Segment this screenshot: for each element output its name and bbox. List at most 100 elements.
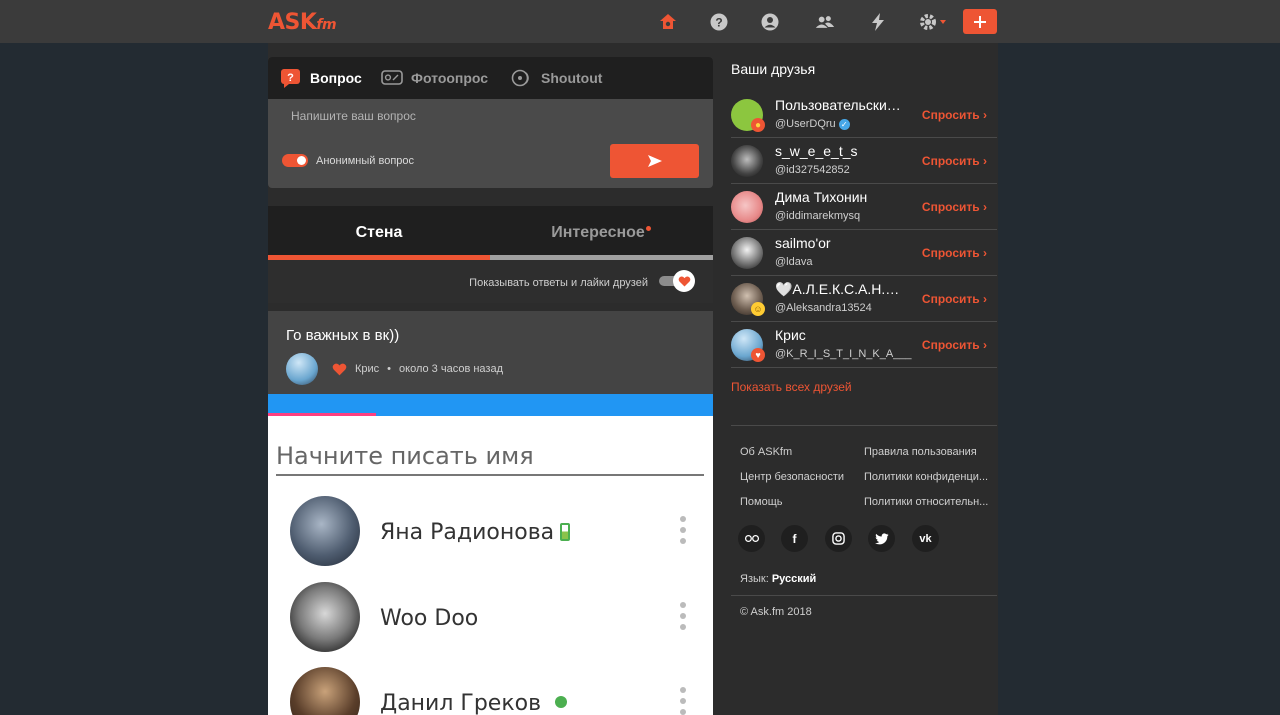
ask-friend-button[interactable]: Спросить › [922,338,987,352]
friend-name[interactable]: 🤍А.Л.Е.К.С.А.Н.Д.Р.... [775,281,907,298]
post-image[interactable]: Начните писать имя Яна Радионова Woo Doo… [268,394,713,715]
friend-handle: @Aleksandra13524 [775,302,872,314]
question-icon: ? [281,69,300,88]
home-icon[interactable] [657,11,679,33]
send-button[interactable] [610,144,699,178]
new-indicator-icon [645,226,651,231]
anonymous-toggle[interactable] [282,154,308,167]
more-vertical-icon [680,687,686,715]
activity-icon[interactable] [867,11,889,33]
divider [731,425,997,426]
more-vertical-icon [680,602,686,630]
ask-question-card: ? Вопрос Фотоопрос Shoutout Напишите ваш… [268,57,713,188]
question-input[interactable]: Напишите ваш вопрос [291,109,416,123]
profile-icon[interactable] [759,11,781,33]
instagram-icon[interactable] [825,525,852,552]
friend-handle: @K_R_I_S_T_I_N_K_A___ [775,348,912,360]
footer-link-help[interactable]: Помощь [740,496,783,508]
image-contact-row: Данил Греков [290,667,700,715]
photopoll-icon [381,70,403,85]
shoutout-icon [511,69,529,87]
facebook-icon[interactable]: f [781,525,808,552]
post-time: около 3 часов назад [399,363,503,375]
ask-plus-icon[interactable] [963,9,997,34]
fire-badge-icon: ● [751,118,765,132]
post-author[interactable]: Крис [355,363,379,375]
post-meta: Крис • около 3 часов назад [286,353,503,385]
image-search-field: Начните писать имя [276,442,704,476]
svg-text:?: ? [715,16,722,30]
ask-friend-button[interactable]: Спросить › [922,246,987,260]
heart-icon [678,276,690,287]
like-heart-icon[interactable] [332,363,347,376]
verified-icon: ✓ [838,118,850,130]
top-bar: ASKfm ? [0,0,1280,43]
show-all-friends-link[interactable]: Показать всех друзей [731,380,852,394]
ask-friend-button[interactable]: Спросить › [922,108,987,122]
svg-text:?: ? [287,72,294,84]
friend-item[interactable]: ● Пользовательские ... @UserDQru ✓ Спроси… [731,92,997,138]
friend-name[interactable]: Пользовательские ... [775,97,907,113]
friend-handle: @iddimarekmysq [775,210,861,222]
meta-separator: • [387,363,392,375]
footer-link-terms[interactable]: Правила пользования [864,446,977,458]
settings-icon[interactable] [918,11,948,33]
avatar[interactable] [731,191,763,223]
battery-icon [560,523,571,541]
friend-handle: @id327542852 [775,164,850,176]
friend-name[interactable]: Крис [775,327,907,343]
friend-handle: @ldava [775,256,813,268]
anonymous-label: Анонимный вопрос [316,154,415,167]
footer-link-privacy[interactable]: Политики конфиденци... [864,471,988,483]
ask-friend-button[interactable]: Спросить › [922,200,987,214]
askfm-logo[interactable]: ASKfm [268,10,337,35]
image-contact-avatar [290,582,360,652]
friend-name[interactable]: Дима Тихонин [775,189,907,205]
avatar[interactable] [286,353,318,385]
image-contact-name: Данил Греков [380,691,568,715]
tab-wall[interactable]: Стена [268,224,490,242]
ask-friend-button[interactable]: Спросить › [922,292,987,306]
friend-name[interactable]: sailmo'or [775,235,907,251]
image-contact-name: Яна Радионова [380,520,571,545]
footer-link-safety[interactable]: Центр безопасности [740,471,844,483]
help-icon[interactable]: ? [708,11,730,33]
language-selector[interactable]: Язык: Русский [740,573,816,585]
heart-badge-icon: ♥ [751,348,765,362]
avatar[interactable] [731,145,763,177]
vk-icon[interactable]: vk [912,525,939,552]
image-contact-row: Woo Doo [290,582,700,652]
friend-handle: @UserDQru ✓ [775,118,850,130]
smile-badge-icon: ☺ [751,302,765,316]
more-vertical-icon [680,516,686,544]
friends-activity-label: Показывать ответы и лайки друзей [469,277,648,289]
friends-title: Ваши друзья [731,61,816,77]
anonymous-toggle-row: Анонимный вопрос [282,154,414,167]
copyright: © Ask.fm 2018 [740,606,812,618]
ask-friend-button[interactable]: Спросить › [922,154,987,168]
friends-activity-toggle[interactable] [659,270,695,292]
friend-name[interactable]: s_w_e_e_t_s [775,143,907,159]
friend-item[interactable]: ♥ Крис @K_R_I_S_T_I_N_K_A___ Спросить › [731,322,997,368]
image-contact-avatar [290,496,360,566]
friend-item[interactable]: sailmo'or @ldava Спросить › [731,230,997,276]
image-app-bar [268,394,713,416]
twitter-icon[interactable] [868,525,895,552]
send-icon [647,155,662,167]
tab-photopoll[interactable]: Фотоопрос [381,68,488,88]
tab-interesting[interactable]: Интересное [490,224,712,242]
ask-tabs: ? Вопрос Фотоопрос Shoutout [268,57,713,99]
post-question[interactable]: Го важных в вк)) [286,327,399,344]
tab-question[interactable]: ? Вопрос [280,68,362,88]
friend-item[interactable]: s_w_e_e_t_s @id327542852 Спросить › [731,138,997,184]
footer-link-about[interactable]: Об ASKfm [740,446,792,458]
askfm-icon[interactable] [738,525,765,552]
image-contact-row: Яна Радионова [290,496,700,566]
footer-link-policies[interactable]: Политики относительн... [864,496,988,508]
avatar[interactable] [731,237,763,269]
friend-item[interactable]: Дима Тихонин @iddimarekmysq Спросить › [731,184,997,230]
online-status-icon [555,696,568,708]
friend-item[interactable]: ☺ 🤍А.Л.Е.К.С.А.Н.Д.Р.... @Aleksandra1352… [731,276,997,322]
tab-shoutout[interactable]: Shoutout [511,68,602,88]
friends-icon[interactable] [814,11,836,33]
